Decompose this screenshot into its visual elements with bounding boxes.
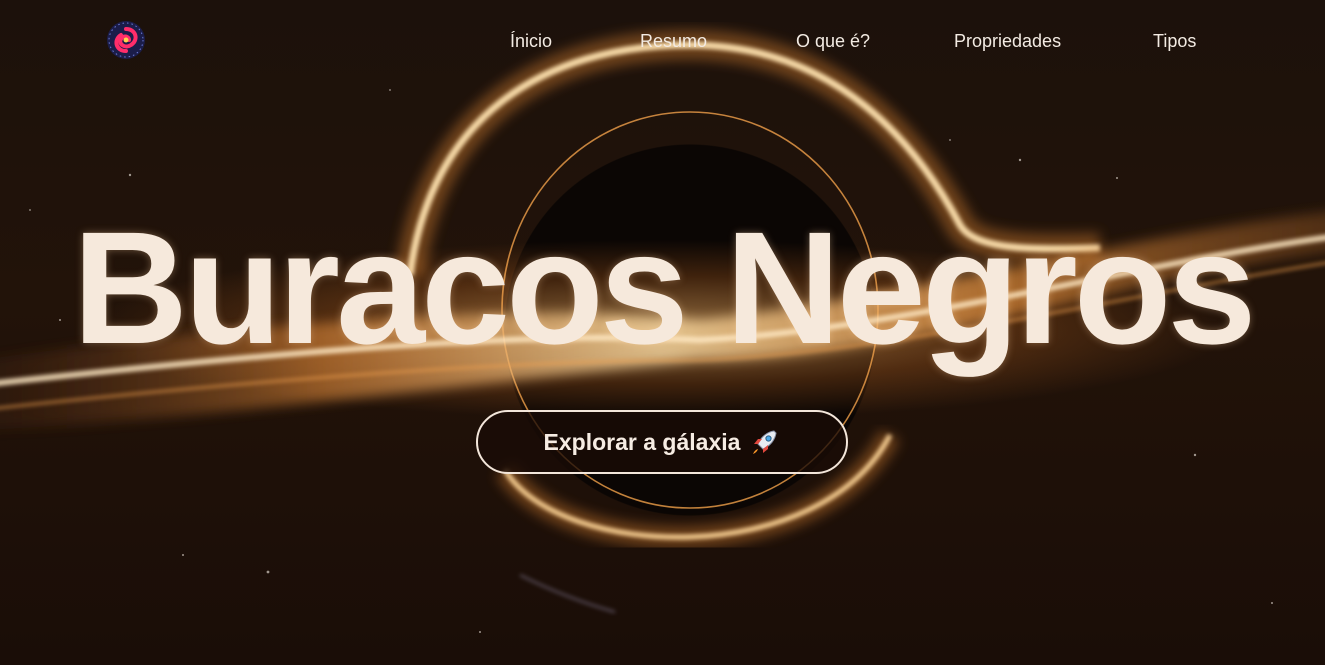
galaxy-logo-icon[interactable] <box>106 20 146 60</box>
explore-galaxy-label: Explorar a gálaxia <box>543 428 741 455</box>
hero-section: Ínicio Resumo O que é? Propriedades Tipo… <box>0 0 1325 665</box>
nav-link-propriedades[interactable]: Propriedades <box>954 28 1061 54</box>
page-title: Buracos Negros <box>72 198 1257 377</box>
explore-galaxy-button[interactable]: Explorar a gálaxia <box>476 410 848 474</box>
top-navigation: Ínicio Resumo O que é? Propriedades Tipo… <box>0 0 1325 80</box>
nav-links: Ínicio Resumo O que é? Propriedades Tipo… <box>470 28 1250 54</box>
nav-link-tipos[interactable]: Tipos <box>1153 28 1196 54</box>
nav-link-resumo[interactable]: Resumo <box>640 28 707 54</box>
nav-link-o-que-e[interactable]: O que é? <box>796 28 870 54</box>
nav-link-inicio[interactable]: Ínicio <box>510 28 552 54</box>
rocket-icon <box>750 427 780 457</box>
